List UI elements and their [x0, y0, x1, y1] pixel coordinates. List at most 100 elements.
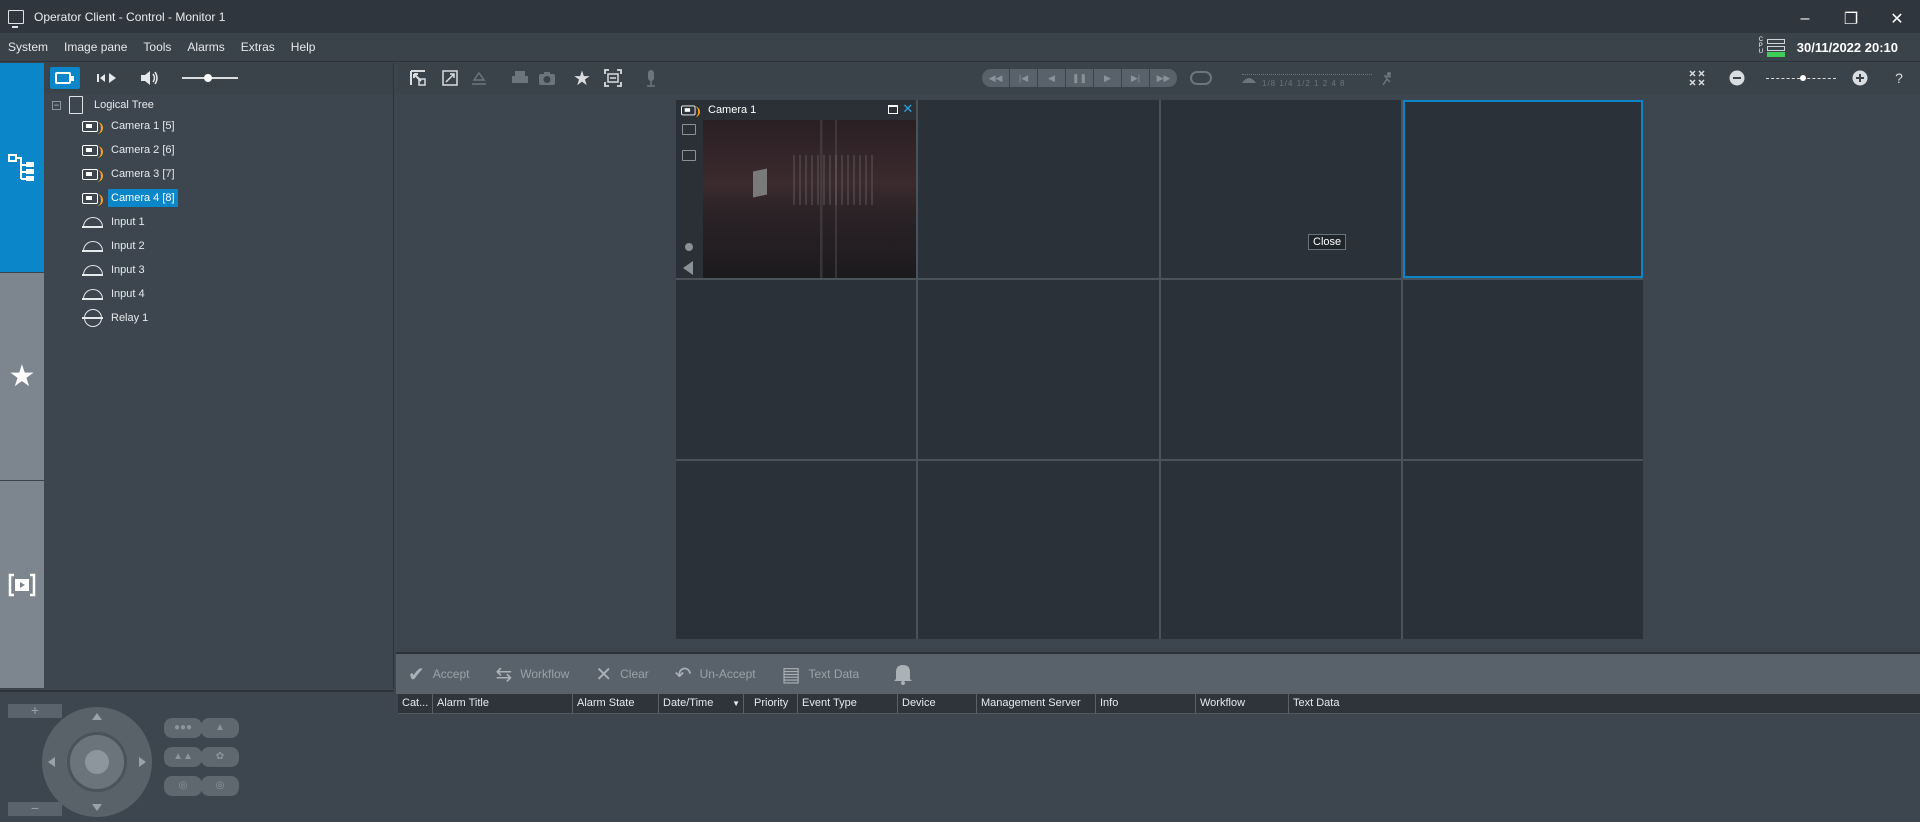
microphone-icon[interactable] — [640, 68, 662, 88]
pane-tool-icon[interactable] — [682, 150, 696, 161]
column-priority[interactable]: Priority — [744, 694, 798, 713]
clear-button[interactable]: ✕ Clear — [595, 662, 648, 687]
tab-favorites[interactable]: ★ — [0, 273, 44, 481]
instant-playback-icon[interactable] — [468, 68, 490, 88]
column-alarm-title[interactable]: Alarm Title — [433, 694, 573, 713]
speed-scale-labels: 1/8 1/4 1/2 1 2 4 8 — [1262, 79, 1346, 88]
loop-icon[interactable] — [1190, 68, 1212, 88]
print-icon[interactable] — [509, 68, 531, 88]
unaccept-button[interactable]: ↶ Un-Accept — [675, 662, 756, 687]
tree-item-label: Input 3 — [111, 264, 145, 276]
fast-rewind-button[interactable]: ◀◀ — [982, 69, 1010, 87]
aux-button[interactable]: ◎ — [201, 776, 239, 796]
image-pane-12[interactable] — [1402, 460, 1643, 639]
tree-item-input-2[interactable]: Input 2 — [82, 235, 148, 257]
camera-pane[interactable]: Camera 1 ✕ — [676, 100, 917, 279]
maximize-pane-button[interactable] — [888, 105, 899, 114]
zoom-in-icon[interactable] — [1849, 68, 1871, 88]
alarm-list[interactable] — [398, 715, 1920, 822]
image-pane-2[interactable] — [918, 100, 1159, 279]
tab-logical-tree[interactable] — [0, 63, 44, 273]
audio-pane-icon[interactable] — [683, 261, 693, 275]
column-management-server[interactable]: Management Server — [977, 694, 1096, 713]
layout-icon[interactable] — [407, 68, 429, 88]
close-pane-button[interactable]: ✕ — [902, 101, 913, 117]
image-pane-10[interactable] — [918, 460, 1159, 639]
speed-slider[interactable] — [1242, 74, 1372, 75]
menu-tools[interactable]: Tools — [135, 40, 179, 54]
menu-alarms[interactable]: Alarms — [179, 40, 232, 54]
fast-runner-icon — [1376, 69, 1398, 89]
pause-button[interactable]: ❚❚ — [1066, 69, 1094, 87]
column-alarm-state[interactable]: Alarm State — [573, 694, 659, 713]
pane-camera-name: Camera 1 — [708, 104, 757, 116]
tree-item-input-1[interactable]: Input 1 — [82, 211, 148, 233]
column-category[interactable]: Cat... — [398, 694, 433, 713]
text-data-button[interactable]: ▤ Text Data — [782, 662, 860, 687]
tab-playback[interactable] — [0, 481, 44, 689]
fullscreen-icon[interactable] — [439, 68, 461, 88]
skip-play-icon — [97, 73, 116, 83]
tree-item-input-3[interactable]: Input 3 — [82, 259, 148, 281]
fast-forward-button[interactable]: ▶▶ — [1150, 69, 1178, 87]
ptz-joystick[interactable] — [42, 707, 152, 817]
ptz-pane-icon[interactable] — [682, 172, 696, 183]
tree-root[interactable]: − Logical Tree — [52, 95, 157, 115]
tree-item-camera-4[interactable]: Camera 4 [8] — [82, 187, 178, 209]
camera-icon — [82, 191, 104, 206]
snapshot-icon[interactable] — [536, 68, 558, 88]
tree-item-input-4[interactable]: Input 4 — [82, 283, 148, 305]
menu-help[interactable]: Help — [283, 40, 324, 54]
tree-item-relay-1[interactable]: Relay 1 — [82, 307, 151, 329]
accept-label: Accept — [432, 667, 470, 681]
menu-system[interactable]: System — [0, 40, 56, 54]
skip-forward-button[interactable]: ▶| — [1122, 69, 1150, 87]
image-pane-11[interactable] — [1160, 460, 1401, 639]
playback-mode-button[interactable] — [92, 67, 122, 89]
pane-tool-icon[interactable] — [682, 124, 696, 135]
image-pane-1[interactable]: Camera 1 ✕ — [676, 100, 917, 279]
volume-slider[interactable] — [182, 74, 238, 82]
pane-size-slider[interactable] — [1766, 75, 1836, 81]
audio-button[interactable] — [134, 67, 164, 89]
image-pane-7[interactable] — [1160, 280, 1401, 459]
focus-near-button[interactable]: ▲ — [201, 718, 239, 738]
accept-button[interactable]: ✔ Accept — [408, 662, 469, 687]
image-pane-3[interactable] — [1160, 100, 1401, 279]
image-pane-5[interactable] — [676, 280, 917, 459]
help-icon[interactable]: ? — [1888, 68, 1910, 88]
live-mode-button[interactable] — [50, 67, 80, 89]
column-device[interactable]: Device — [898, 694, 977, 713]
left-nav-strip: ★ — [0, 63, 44, 689]
column-workflow[interactable]: Workflow — [1196, 694, 1289, 713]
tree-item-camera-1[interactable]: Camera 1 [5] — [82, 115, 178, 137]
image-pane-6[interactable] — [918, 280, 1159, 459]
column-info[interactable]: Info — [1096, 694, 1196, 713]
column-date-time[interactable]: Date/Time ▼ — [659, 694, 744, 713]
focus-far-button[interactable]: ●●● — [164, 718, 202, 738]
tree-item-camera-2[interactable]: Camera 2 [6] — [82, 139, 178, 161]
image-pane-8[interactable] — [1402, 280, 1643, 459]
image-pane-9[interactable] — [676, 460, 917, 639]
iris-open-button[interactable]: ✿ — [201, 747, 239, 767]
tree-item-camera-3[interactable]: Camera 3 [7] — [82, 163, 178, 185]
camera-live-video[interactable] — [703, 120, 917, 279]
image-pane-4[interactable] — [1402, 100, 1643, 279]
speaker-icon — [141, 71, 158, 85]
skip-back-button[interactable]: |◀ — [1010, 69, 1038, 87]
iris-close-button[interactable]: ▲▲ — [164, 747, 202, 767]
play-button[interactable]: ▶ — [1094, 69, 1122, 87]
menu-image-pane[interactable]: Image pane — [56, 40, 135, 54]
play-reverse-button[interactable]: ◀ — [1038, 69, 1066, 87]
zoom-out-icon[interactable] — [1726, 68, 1748, 88]
collapse-toggle[interactable]: − — [52, 100, 61, 110]
close-all-panes-icon[interactable] — [1686, 68, 1708, 88]
preset-button[interactable]: ◎ — [164, 776, 202, 796]
column-event-type[interactable]: Event Type — [798, 694, 898, 713]
workflow-button[interactable]: ⇆ Workflow — [495, 662, 569, 687]
menu-extras[interactable]: Extras — [233, 40, 283, 54]
fit-image-icon[interactable] — [602, 68, 624, 88]
column-text-data[interactable]: Text Data — [1289, 694, 1920, 713]
add-favorite-star-icon[interactable]: ★ — [571, 68, 593, 90]
alarm-bell-button[interactable] — [893, 663, 913, 685]
